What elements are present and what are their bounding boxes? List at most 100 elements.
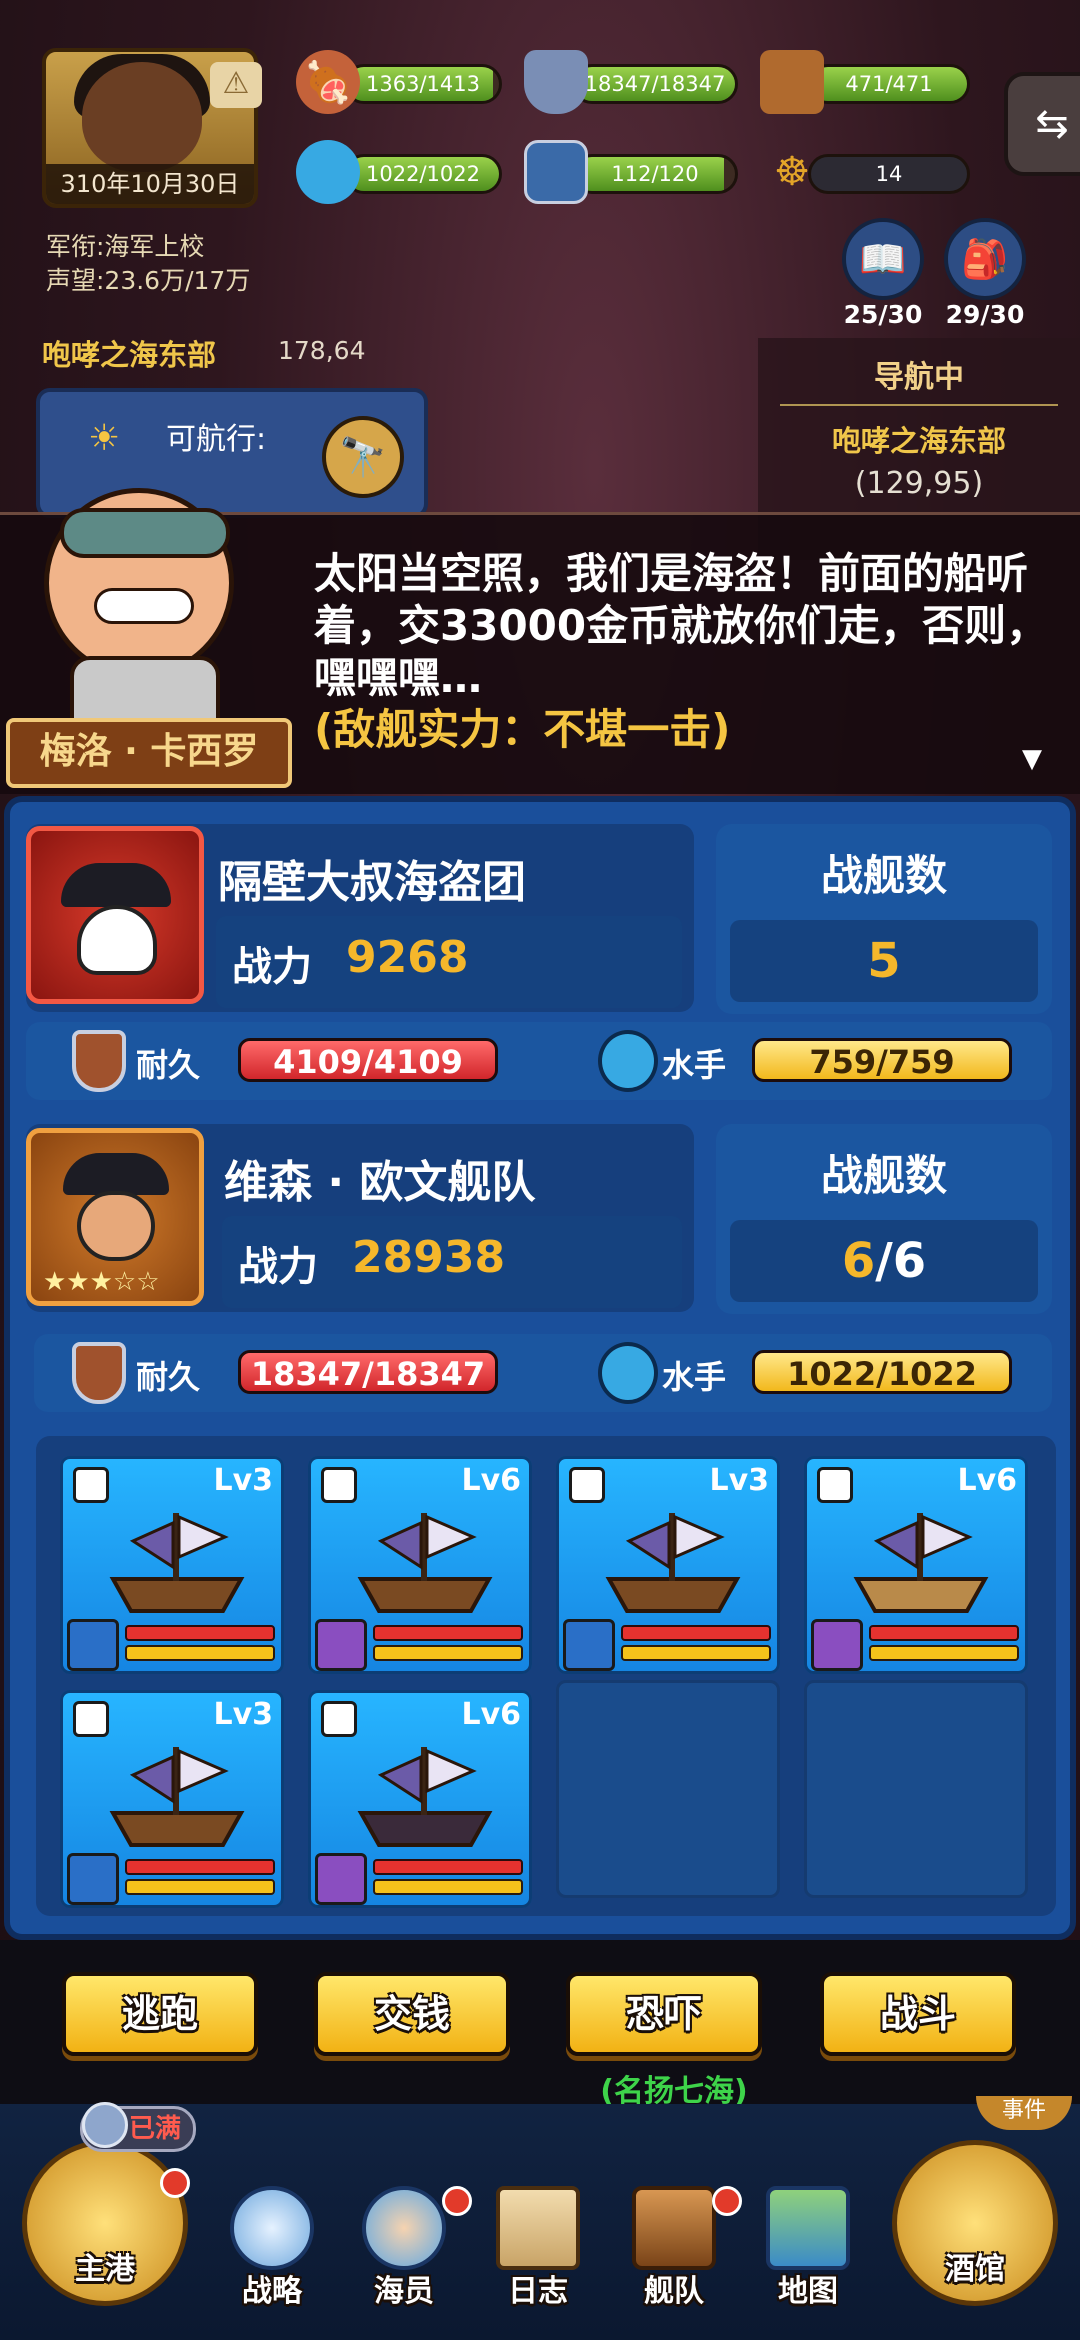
player-portrait[interactable]: ★★★☆☆ bbox=[26, 1128, 204, 1306]
game-screen: 310年10月30日 ⚠ 1363/1413 🍖 18347/18347 471… bbox=[0, 0, 1080, 2340]
morale-resource[interactable]: 112/120 bbox=[524, 140, 738, 204]
star-rating: ★★★☆☆ bbox=[43, 1267, 160, 1297]
book-count: 25/30 bbox=[843, 300, 923, 329]
sailors-bar: 1022/1022 bbox=[344, 154, 502, 194]
crew-icon bbox=[362, 2186, 446, 2270]
threaten-button[interactable]: 恐吓 bbox=[566, 1972, 762, 2056]
ship-sailor-bar bbox=[125, 1645, 275, 1661]
cargo-resource[interactable]: 471/471 bbox=[760, 50, 970, 114]
globe-badge-icon bbox=[82, 2102, 128, 2148]
nav-label: 主港 bbox=[75, 2252, 135, 2287]
sailors-resource[interactable]: 1022/1022 bbox=[296, 140, 502, 204]
player-power: 战力 28938 bbox=[222, 1216, 682, 1308]
nav-home-port[interactable]: 主港 bbox=[22, 2140, 188, 2306]
bag-button[interactable]: 🎒 29/30 bbox=[944, 218, 1026, 329]
ship-hp-bar bbox=[373, 1625, 523, 1641]
durability-bar: 18347/18347 bbox=[572, 64, 738, 104]
player-fleet-name: 维森 · 欧文舰队 bbox=[224, 1157, 536, 1208]
player-sailors-label: 水手 bbox=[662, 1358, 727, 1396]
rank-label: 军衔:海军上校 bbox=[46, 232, 205, 261]
ship-icon bbox=[632, 2186, 716, 2270]
dice-icon bbox=[321, 1467, 357, 1503]
nav-label: 地图 bbox=[778, 2274, 838, 2309]
map-icon bbox=[766, 2186, 850, 2270]
ship-icon bbox=[109, 1747, 245, 1847]
enemy-power-value: 9268 bbox=[346, 932, 469, 983]
nav-label: 舰队 bbox=[644, 2274, 704, 2309]
enemy-ships-label: 战舰数 bbox=[820, 851, 947, 900]
fame-label: 声望:23.6万/17万 bbox=[46, 266, 251, 295]
ship-slot[interactable]: Lv3 bbox=[60, 1690, 284, 1908]
ship-slot[interactable]: Lv6 bbox=[308, 1690, 532, 1908]
ship-slot[interactable]: Lv3 bbox=[60, 1456, 284, 1674]
player-power-label: 战力 bbox=[238, 1244, 318, 1290]
ship-card: Lv3 bbox=[60, 1456, 284, 1674]
ship-card: Lv3 bbox=[556, 1456, 780, 1674]
sail-label: 可航行: bbox=[166, 422, 267, 457]
enemy-sailors-label: 水手 bbox=[662, 1046, 727, 1084]
ship-sailor-bar bbox=[373, 1645, 523, 1661]
book-button[interactable]: 📖 25/30 bbox=[842, 218, 924, 329]
ship-slot[interactable]: Lv6 bbox=[804, 1456, 1028, 1674]
player-durability-label: 耐久 bbox=[136, 1358, 201, 1396]
nav-map[interactable]: 地图 bbox=[748, 2186, 868, 2310]
npc-mustache bbox=[94, 588, 194, 624]
sailor-icon bbox=[598, 1342, 658, 1404]
player-card: ★★★☆☆ 维森 · 欧文舰队 战力 28938 bbox=[26, 1124, 694, 1312]
ship-level: Lv3 bbox=[213, 1463, 273, 1498]
fight-button[interactable]: 战斗 bbox=[820, 1972, 1016, 2056]
cargo-bar: 471/471 bbox=[808, 64, 970, 104]
ship-sailor-bar bbox=[621, 1645, 771, 1661]
nav-label: 酒馆 bbox=[945, 2252, 1005, 2287]
helm-resource[interactable]: 14 ☸ bbox=[760, 146, 970, 198]
food-resource[interactable]: 1363/1413 🍖 bbox=[296, 50, 502, 114]
captain-hat-icon bbox=[63, 1153, 169, 1195]
empty-ship-slot[interactable] bbox=[556, 1680, 780, 1898]
nav-place: 咆哮之海东部 bbox=[831, 424, 1006, 458]
cargo-icon bbox=[760, 50, 824, 114]
skull-icon bbox=[77, 905, 157, 975]
flee-button[interactable]: 逃跑 bbox=[62, 1972, 258, 2056]
warning-icon[interactable]: ⚠ bbox=[210, 62, 262, 108]
notification-dot bbox=[712, 2186, 742, 2216]
ship-level: Lv6 bbox=[461, 1697, 521, 1732]
ship-slot[interactable]: Lv6 bbox=[308, 1456, 532, 1674]
captain-avatar bbox=[315, 1853, 367, 1905]
continue-arrow-icon[interactable]: ▼ bbox=[1022, 744, 1042, 774]
nav-strategy[interactable]: 战略 bbox=[212, 2186, 332, 2310]
enemy-power-label: 战力 bbox=[232, 944, 312, 990]
nav-tavern[interactable]: 酒馆 bbox=[892, 2140, 1058, 2306]
ship-level: Lv6 bbox=[957, 1463, 1017, 1498]
captain-avatar bbox=[811, 1619, 863, 1671]
captain-avatar bbox=[315, 1619, 367, 1671]
npc-bandana bbox=[60, 508, 230, 558]
captain-avatar bbox=[67, 1853, 119, 1905]
player-durability: 18347/18347 bbox=[238, 1350, 498, 1394]
enemy-ships-value: 5 bbox=[730, 920, 1038, 1002]
ship-icon bbox=[853, 1513, 989, 1613]
pay-button[interactable]: 交钱 bbox=[314, 1972, 510, 2056]
enemy-portrait[interactable] bbox=[26, 826, 204, 1004]
empty-ship-slot[interactable] bbox=[804, 1680, 1028, 1898]
player-stats: 耐久 18347/18347 水手 1022/1022 bbox=[34, 1334, 1052, 1412]
meat-icon: 🍖 bbox=[296, 50, 360, 114]
sun-icon: ☀ bbox=[88, 418, 121, 459]
dice-icon bbox=[569, 1467, 605, 1503]
ship-level: Lv3 bbox=[709, 1463, 769, 1498]
dice-icon bbox=[73, 1467, 109, 1503]
spyglass-icon[interactable]: 🔭 bbox=[322, 416, 404, 498]
durability-resource[interactable]: 18347/18347 bbox=[524, 50, 738, 114]
player-ships-value: 6/6 bbox=[730, 1220, 1038, 1302]
ship-level: Lv3 bbox=[213, 1697, 273, 1732]
switch-view-button[interactable]: ⇆ bbox=[1004, 72, 1080, 176]
enemy-name: 隔壁大叔海盗团 bbox=[218, 857, 526, 908]
ship-slot[interactable]: Lv3 bbox=[556, 1456, 780, 1674]
nav-log[interactable]: 日志 bbox=[478, 2186, 598, 2310]
enemy-ship-count: 战舰数 5 bbox=[716, 824, 1052, 1014]
ship-hp-bar bbox=[621, 1625, 771, 1641]
sailor-icon bbox=[598, 1030, 658, 1092]
nav-label: 海员 bbox=[374, 2274, 434, 2309]
pirate-hat-icon bbox=[61, 863, 171, 907]
ship-sailor-bar bbox=[125, 1879, 275, 1895]
enemy-sailors: 759/759 bbox=[752, 1038, 1012, 1082]
